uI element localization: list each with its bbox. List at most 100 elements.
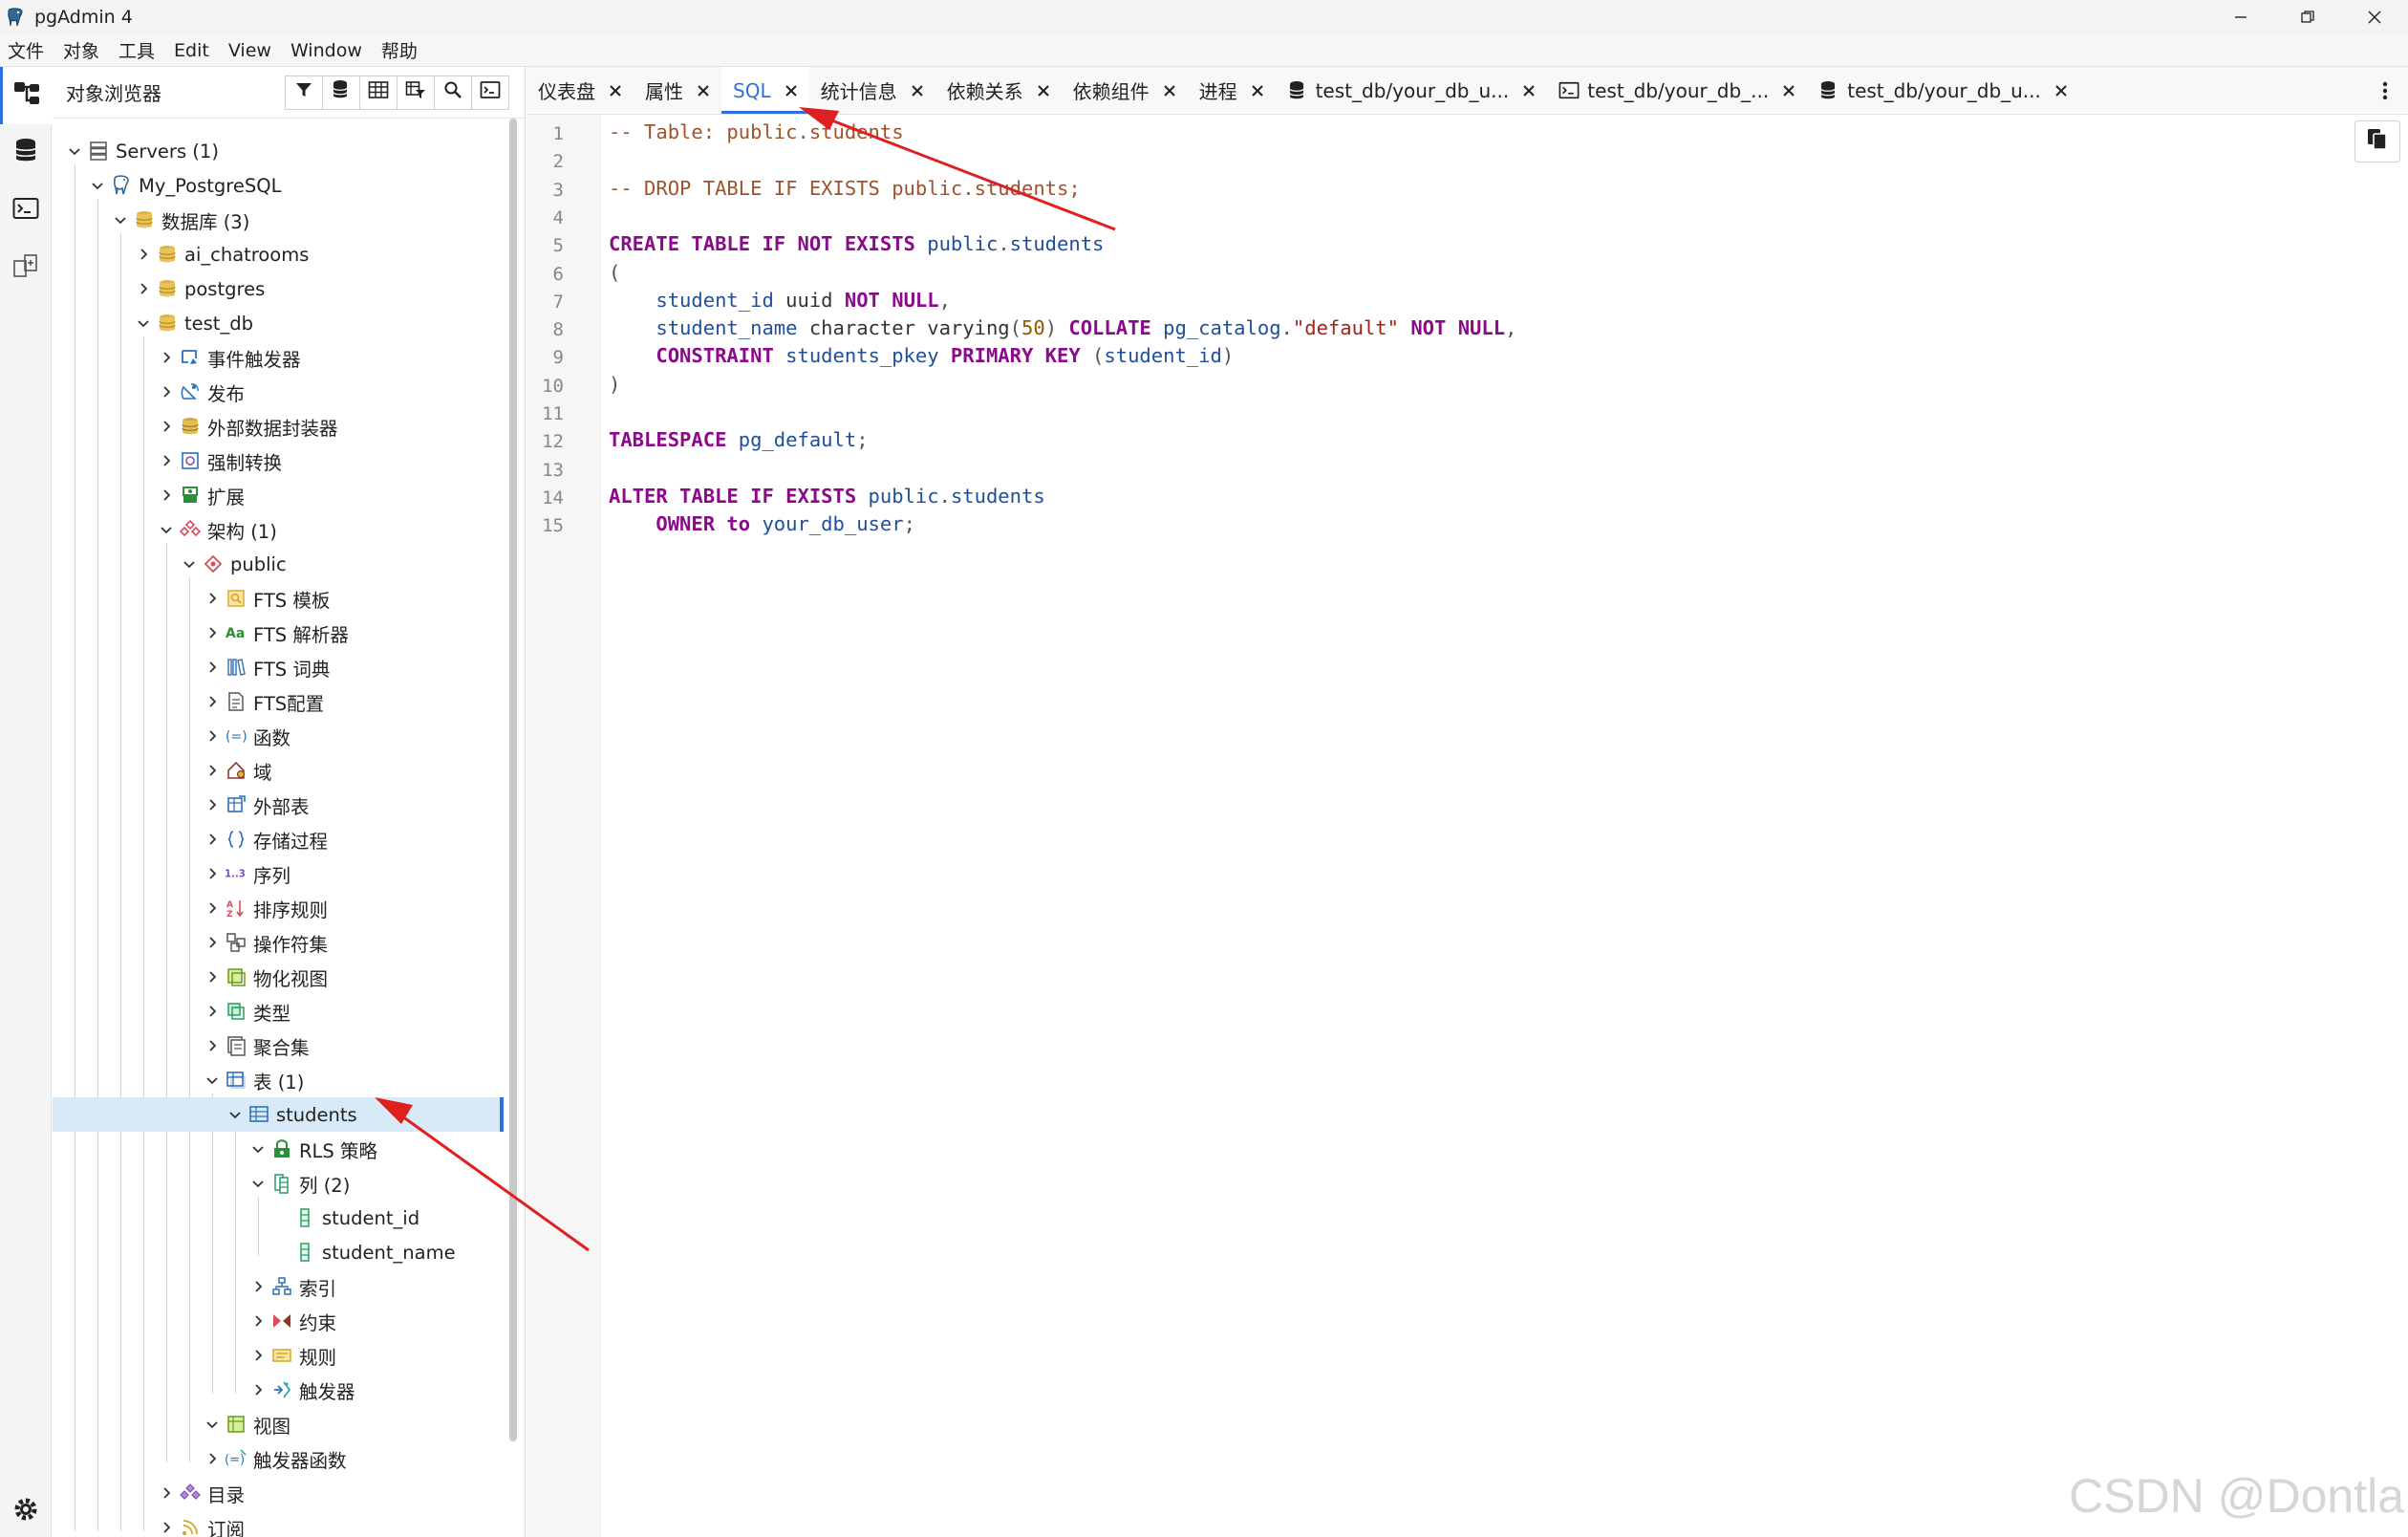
tab-4[interactable]: 依赖关系 — [935, 67, 1062, 114]
chevron-right-icon[interactable] — [202, 691, 223, 712]
chevron-down-icon[interactable] — [110, 209, 131, 230]
close-icon[interactable] — [909, 82, 926, 99]
view-data-button[interactable] — [359, 75, 398, 110]
chevron-right-icon[interactable] — [202, 1448, 223, 1469]
chevron-down-icon[interactable] — [179, 553, 200, 574]
search-objects-button[interactable] — [434, 75, 472, 110]
tree-node[interactable]: Servers (1) — [64, 134, 219, 168]
tree-node[interactable]: 数据库 (3) — [110, 203, 249, 237]
chevron-right-icon[interactable] — [133, 278, 154, 299]
tree-node[interactable]: A Z 排序规则 — [202, 891, 328, 925]
tree-node[interactable]: 架构 (1) — [156, 512, 277, 547]
tree-node[interactable]: (=) 触发器函数 — [202, 1441, 347, 1476]
tree-node[interactable]: student_id — [270, 1201, 419, 1235]
tree-node[interactable]: 视图 — [202, 1407, 290, 1441]
tree-node[interactable]: 订阅 — [156, 1510, 245, 1537]
sql-code-editor[interactable]: -- Table: public.students -- DROP TABLE I… — [609, 115, 2386, 1537]
tree-node[interactable]: public — [179, 547, 287, 581]
close-icon[interactable] — [1520, 82, 1537, 99]
settings-gear-icon[interactable] — [11, 1495, 40, 1524]
chevron-down-icon[interactable] — [202, 1414, 223, 1435]
chevron-right-icon[interactable] — [202, 898, 223, 919]
close-icon[interactable] — [2053, 82, 2070, 99]
tab-more-options-icon[interactable] — [2376, 76, 2395, 105]
chevron-down-icon[interactable] — [64, 141, 85, 162]
tab-0[interactable]: 仪表盘 — [527, 67, 634, 114]
chevron-right-icon[interactable] — [247, 1345, 269, 1366]
filter-rows-button[interactable] — [285, 75, 323, 110]
psql-tool-button[interactable] — [471, 75, 509, 110]
copy-sql-button[interactable] — [2354, 120, 2400, 162]
tree-node[interactable]: 约束 — [247, 1304, 336, 1338]
tree-node[interactable]: FTS 词典 — [202, 650, 330, 684]
chevron-right-icon[interactable] — [156, 381, 177, 402]
tree-node[interactable]: FTS配置 — [202, 684, 324, 719]
tree-node[interactable]: 事件触发器 — [156, 340, 301, 375]
tree-node[interactable]: test_db — [133, 306, 253, 340]
chevron-right-icon[interactable] — [202, 1001, 223, 1022]
workspace-schema-diff[interactable] — [0, 239, 52, 296]
chevron-right-icon[interactable] — [202, 966, 223, 987]
chevron-right-icon[interactable] — [202, 622, 223, 643]
chevron-right-icon[interactable] — [202, 725, 223, 747]
tree-node[interactable]: RLS 策略 — [247, 1132, 377, 1166]
chevron-right-icon[interactable] — [202, 932, 223, 953]
chevron-right-icon[interactable] — [133, 244, 154, 265]
chevron-down-icon[interactable] — [202, 1070, 223, 1091]
minimize-button[interactable] — [2207, 0, 2274, 34]
tab-1[interactable]: 属性 — [634, 67, 721, 114]
close-icon[interactable] — [1249, 82, 1266, 99]
chevron-right-icon[interactable] — [156, 450, 177, 471]
workspace-query-tool[interactable] — [0, 124, 52, 182]
chevron-right-icon[interactable] — [156, 1483, 177, 1504]
tree-scrollbar[interactable] — [506, 119, 520, 1537]
menu-file[interactable]: 文件 — [0, 37, 54, 63]
chevron-down-icon[interactable] — [247, 1138, 269, 1159]
chevron-right-icon[interactable] — [247, 1379, 269, 1400]
restore-button[interactable] — [2274, 0, 2341, 34]
close-window-button[interactable] — [2341, 0, 2408, 34]
close-icon[interactable] — [695, 82, 712, 99]
object-explorer-toggle[interactable] — [0, 67, 52, 124]
chevron-right-icon[interactable] — [156, 416, 177, 437]
close-icon[interactable] — [1780, 82, 1797, 99]
tab-5[interactable]: 依赖组件 — [1062, 67, 1188, 114]
chevron-down-icon[interactable] — [156, 519, 177, 540]
menu-window[interactable]: Window — [281, 40, 372, 61]
close-icon[interactable] — [1161, 82, 1178, 99]
chevron-right-icon[interactable] — [202, 794, 223, 815]
tree-node[interactable]: 1..3 序列 — [202, 856, 290, 891]
tree-node[interactable]: 列 (2) — [247, 1166, 350, 1201]
chevron-right-icon[interactable] — [202, 760, 223, 781]
tab-test-db-your-db-8[interactable]: test_db/your_db_... — [1547, 67, 1807, 114]
close-icon[interactable] — [607, 82, 624, 99]
tree-node[interactable]: 强制转换 — [156, 444, 282, 478]
tree-node[interactable]: (=) 函数 — [202, 719, 290, 753]
tree-node[interactable]: 域 — [202, 753, 272, 788]
tree-node[interactable]: postgres — [133, 271, 265, 306]
tree-node[interactable]: 物化视图 — [202, 960, 328, 994]
tab-sql-2[interactable]: SQL — [721, 67, 809, 114]
tree-node[interactable]: Aa FTS 解析器 — [202, 616, 349, 650]
close-icon[interactable] — [1035, 82, 1052, 99]
tree-node[interactable]: 聚合集 — [202, 1028, 310, 1063]
tab-6[interactable]: 进程 — [1188, 67, 1276, 114]
tree-scrollbar-thumb[interactable] — [509, 119, 517, 1441]
chevron-right-icon[interactable] — [247, 1310, 269, 1331]
menu-view[interactable]: View — [219, 40, 281, 61]
tree-node[interactable]: 类型 — [202, 994, 290, 1028]
tree-node[interactable]: 目录 — [156, 1476, 245, 1510]
chevron-right-icon[interactable] — [202, 863, 223, 884]
tree-node[interactable]: student_name — [270, 1235, 456, 1269]
chevron-right-icon[interactable] — [202, 588, 223, 609]
chevron-down-icon[interactable] — [133, 313, 154, 334]
chevron-right-icon[interactable] — [202, 1035, 223, 1056]
chevron-right-icon[interactable] — [247, 1276, 269, 1297]
chevron-right-icon[interactable] — [202, 829, 223, 850]
chevron-down-icon[interactable] — [247, 1173, 269, 1194]
chevron-right-icon[interactable] — [156, 1517, 177, 1537]
menu-edit[interactable]: Edit — [164, 40, 219, 61]
tree-node[interactable]: 规则 — [247, 1338, 336, 1373]
tree-node[interactable]: 外部表 — [202, 788, 310, 822]
query-tool-button[interactable] — [322, 75, 360, 110]
